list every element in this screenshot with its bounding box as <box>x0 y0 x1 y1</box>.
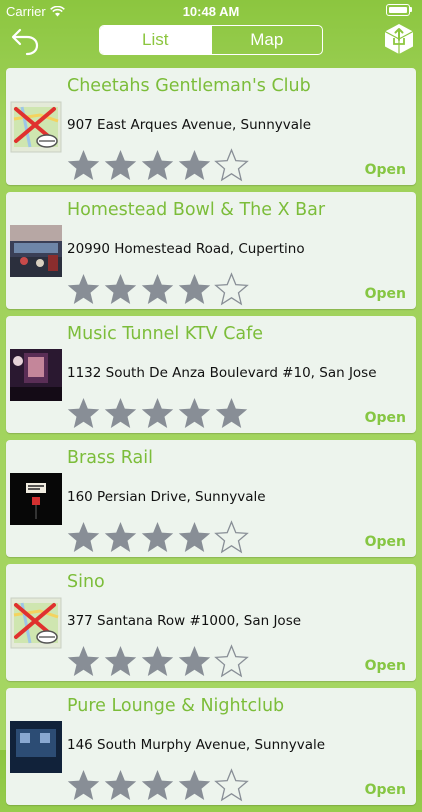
venue-name: Pure Lounge & Nightclub <box>67 696 285 716</box>
back-button[interactable] <box>10 26 42 56</box>
venue-name: Sino <box>67 572 105 592</box>
star-filled-icon <box>141 150 174 180</box>
venue-name: Homestead Bowl & The X Bar <box>67 200 326 220</box>
venue-thumbnail <box>10 597 62 649</box>
star-filled-icon <box>141 646 174 676</box>
star-filled-icon <box>178 150 211 180</box>
venue-card[interactable]: Cheetahs Gentleman's Club 907 East Arque… <box>6 68 416 185</box>
venue-card[interactable]: Brass Rail 160 Persian Drive, Sunnyvale … <box>6 440 416 557</box>
star-filled-icon <box>67 770 100 800</box>
venue-card[interactable]: Music Tunnel KTV Cafe 1132 South De Anza… <box>6 316 416 433</box>
star-filled-icon <box>178 646 211 676</box>
star-filled-icon <box>67 522 100 552</box>
venue-card[interactable]: Pure Lounge & Nightclub 146 South Murphy… <box>6 688 416 805</box>
star-filled-icon <box>141 522 174 552</box>
status-time: 10:48 AM <box>182 4 240 19</box>
venue-address: 146 South Murphy Avenue, Sunnyvale <box>67 737 326 753</box>
venue-name: Music Tunnel KTV Cafe <box>67 324 264 344</box>
star-filled-icon <box>104 274 137 304</box>
star-filled-icon <box>104 150 137 180</box>
star-filled-icon <box>178 770 211 800</box>
venue-thumbnail <box>10 349 62 401</box>
venue-thumbnail <box>10 721 62 773</box>
star-empty-icon <box>214 768 249 802</box>
star-empty-icon <box>214 272 249 306</box>
status-bar: Carrier 10:48 AM <box>0 0 422 22</box>
open-status: Open <box>364 658 406 674</box>
open-status: Open <box>364 162 406 178</box>
venue-thumbnail <box>10 225 62 277</box>
open-status: Open <box>364 286 406 302</box>
star-filled-icon <box>141 398 174 428</box>
venue-address: 377 Santana Row #1000, San Jose <box>67 613 302 629</box>
venue-card[interactable]: Sino 377 Santana Row #1000, San Jose Ope… <box>6 564 416 681</box>
open-status: Open <box>364 534 406 550</box>
star-rating <box>66 272 249 307</box>
star-empty-icon <box>214 644 249 678</box>
tab-map[interactable]: Map <box>210 26 323 54</box>
venue-address: 20990 Homestead Road, Cupertino <box>67 241 305 257</box>
star-rating <box>66 148 249 183</box>
tab-list[interactable]: List <box>100 26 211 54</box>
battery-icon <box>386 3 414 17</box>
star-filled-icon <box>178 274 211 304</box>
share-cube-icon <box>384 24 414 54</box>
venue-address: 160 Persian Drive, Sunnyvale <box>67 489 266 505</box>
star-filled-icon <box>67 398 100 428</box>
venue-thumbnail <box>10 473 62 525</box>
back-arrow-icon <box>11 28 39 56</box>
star-filled-icon <box>104 398 137 428</box>
star-filled-icon <box>67 646 100 676</box>
venue-name: Cheetahs Gentleman's Club <box>67 76 311 96</box>
share-button[interactable] <box>382 22 416 56</box>
star-rating <box>66 520 249 555</box>
view-toggle: List Map <box>99 25 323 55</box>
star-filled-icon <box>215 398 248 428</box>
star-rating <box>66 768 249 803</box>
star-empty-icon <box>214 520 249 554</box>
star-rating <box>66 644 249 679</box>
venue-thumbnail <box>10 101 62 153</box>
star-filled-icon <box>67 274 100 304</box>
venue-name: Brass Rail <box>67 448 153 468</box>
star-filled-icon <box>104 522 137 552</box>
star-filled-icon <box>104 646 137 676</box>
venue-card[interactable]: Homestead Bowl & The X Bar 20990 Homeste… <box>6 192 416 309</box>
star-filled-icon <box>178 522 211 552</box>
venue-address: 907 East Arques Avenue, Sunnyvale <box>67 117 312 133</box>
star-filled-icon <box>178 398 211 428</box>
star-filled-icon <box>141 274 174 304</box>
star-empty-icon <box>214 148 249 182</box>
venue-list: Cheetahs Gentleman's Club 907 East Arque… <box>6 68 416 812</box>
star-filled-icon <box>141 770 174 800</box>
venue-address: 1132 South De Anza Boulevard #10, San Jo… <box>67 365 377 381</box>
nav-bar: List Map <box>0 22 422 62</box>
star-filled-icon <box>104 770 137 800</box>
open-status: Open <box>364 782 406 798</box>
open-status: Open <box>364 410 406 426</box>
star-filled-icon <box>67 150 100 180</box>
star-rating <box>66 396 249 431</box>
